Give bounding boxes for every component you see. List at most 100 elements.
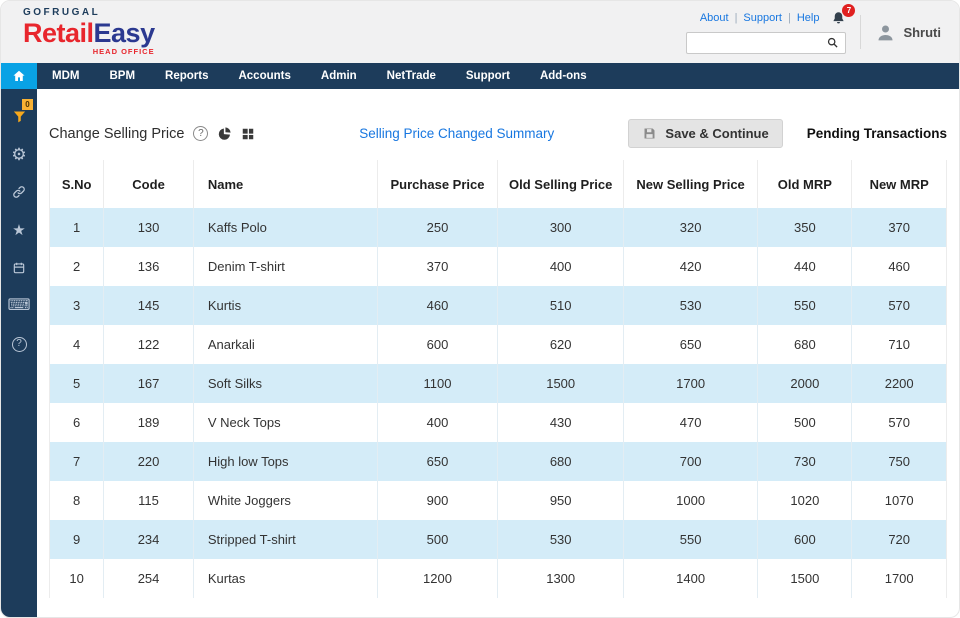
nav-item-reports[interactable]: Reports <box>150 63 223 89</box>
table-cell: 550 <box>623 520 759 559</box>
table-cell: Anarkali <box>193 325 378 364</box>
table-cell: 430 <box>497 403 624 442</box>
table-cell: 500 <box>757 403 853 442</box>
table-cell: 320 <box>623 208 759 247</box>
home-button[interactable] <box>1 63 37 89</box>
search-icon[interactable] <box>826 36 839 49</box>
table-row[interactable]: 10 254 Kurtas 1200 1300 1400 1500 1700 <box>50 559 946 598</box>
header-link-support[interactable]: Support <box>743 12 782 24</box>
column-header-new-mrp: New MRP <box>851 160 946 208</box>
header-link-help[interactable]: Help <box>797 12 820 24</box>
table-cell: 1400 <box>623 559 759 598</box>
title-help-icon[interactable]: ? <box>193 126 209 141</box>
table-cell: 650 <box>623 325 759 364</box>
table-cell: 710 <box>888 337 911 352</box>
table-cell: Denim T-shirt <box>193 247 378 286</box>
table-cell: 145 <box>103 286 194 325</box>
table-row[interactable]: 3 145 Kurtis 460 510 530 550 570 <box>50 286 946 325</box>
table-cell: Kaffs Polo <box>193 208 378 247</box>
table-cell: 136 <box>103 247 194 286</box>
help-icon[interactable]: ? <box>10 335 28 353</box>
filter-icon[interactable]: 0 <box>10 99 33 125</box>
table-cell: 1500 <box>497 364 624 403</box>
column-header-new-selling-price: New Selling Price <box>623 160 759 208</box>
table-cell: 730 <box>757 442 853 481</box>
content-area: 0 ⚙ ★ ⌨ ? Change Selling Price ? Selling… <box>1 89 959 617</box>
table-cell: V Neck Tops <box>193 403 378 442</box>
link-separator: | <box>734 12 738 24</box>
settings-gear-icon[interactable]: ⚙ <box>10 145 28 163</box>
header-right: About | Support | Help 7 Shruti <box>686 3 941 54</box>
nav-item-add-ons[interactable]: Add-ons <box>525 63 602 89</box>
app-window: GOFRUGAL RetailEasy HEAD OFFICE About | Su… <box>0 0 960 618</box>
grid-view-icon[interactable] <box>241 127 255 141</box>
search-input[interactable] <box>693 34 827 51</box>
table-cell: 2200 <box>884 376 914 391</box>
table-cell: Soft Silks <box>193 364 378 403</box>
header-links-row: About | Support | Help 7 <box>700 3 856 26</box>
header-divider <box>860 15 862 49</box>
column-header-old-mrp: Old MRP <box>757 160 853 208</box>
table-cell: 1020 <box>757 481 853 520</box>
save-continue-button[interactable]: Save & Continue <box>628 119 783 148</box>
table-cell: Stripped T-shirt <box>193 520 378 559</box>
table-cell: 122 <box>103 325 194 364</box>
notifications-button[interactable]: 7 <box>831 3 856 26</box>
table-row[interactable]: 8 115 White Joggers 900 950 1000 1020 1070 <box>50 481 946 520</box>
brand-sub-text: HEAD OFFICE <box>92 47 155 57</box>
pending-transactions-tab[interactable]: Pending Transactions <box>807 126 947 141</box>
table-cell: 1300 <box>497 559 624 598</box>
nav-item-nettrade[interactable]: NetTrade <box>372 63 451 89</box>
table-cell: 6 <box>50 403 105 442</box>
table-cell: 130 <box>103 208 194 247</box>
star-icon[interactable]: ★ <box>10 221 28 239</box>
table-cell: 1200 <box>377 559 499 598</box>
nav-item-bpm[interactable]: BPM <box>94 63 150 89</box>
left-sidebar: 0 ⚙ ★ ⌨ ? <box>1 89 37 617</box>
table-cell: 530 <box>497 520 624 559</box>
nav-item-mdm[interactable]: MDM <box>37 63 94 89</box>
table-cell: 600 <box>757 520 853 559</box>
nav-item-admin[interactable]: Admin <box>306 63 372 89</box>
table-row[interactable]: 4 122 Anarkali 600 620 650 680 710 <box>50 325 946 364</box>
table-cell: 900 <box>377 481 499 520</box>
table-cell: 1070 <box>884 493 914 508</box>
price-table-wrap: S.No Code Name Purchase Price Old Selling Pr… <box>49 160 947 598</box>
pie-chart-icon[interactable] <box>217 126 232 141</box>
filter-badge: 0 <box>22 99 33 110</box>
table-row[interactable]: 1 130 Kaffs Polo 250 300 320 350 370 <box>50 208 946 247</box>
column-header-old-selling-price: Old Selling Price <box>497 160 624 208</box>
header-links: About | Support | Help <box>700 12 820 24</box>
table-cell: 650 <box>377 442 499 481</box>
table-cell: 7 <box>50 442 105 481</box>
brand-blue-text: Easy <box>93 18 156 49</box>
summary-link[interactable]: Selling Price Changed Summary <box>359 126 554 141</box>
header-link-about[interactable]: About <box>700 12 729 24</box>
save-icon <box>642 126 657 141</box>
table-row[interactable]: 2 136 Denim T-shirt 370 400 420 440 460 <box>50 247 946 286</box>
link-icon[interactable] <box>10 183 28 201</box>
table-cell: 234 <box>103 520 194 559</box>
nav-item-accounts[interactable]: Accounts <box>223 63 305 89</box>
brand-red-text: Retail <box>23 18 94 49</box>
brand-logo: GOFRUGAL RetailEasy HEAD OFFICE <box>23 8 155 56</box>
table-cell: White Joggers <box>193 481 378 520</box>
table-cell: 570 <box>888 415 911 430</box>
table-row[interactable]: 9 234 Stripped T-shirt 500 530 550 600 720 <box>50 520 946 559</box>
table-row[interactable]: 7 220 High low Tops 650 680 700 730 750 <box>50 442 946 481</box>
keyboard-icon[interactable]: ⌨ <box>7 297 30 315</box>
table-row[interactable]: 5 167 Soft Silks 1100 1500 1700 2000 2200 <box>50 364 946 403</box>
table-body: 1 130 Kaffs Polo 250 300 320 350 370 2 136 Denim T… <box>50 208 946 598</box>
table-cell: 254 <box>103 559 194 598</box>
table-cell: 350 <box>757 208 853 247</box>
calendar-icon[interactable] <box>10 259 28 277</box>
nav-item-support[interactable]: Support <box>451 63 525 89</box>
user-menu[interactable]: Shruti <box>875 22 941 43</box>
table-cell: 720 <box>888 532 911 547</box>
search-box[interactable] <box>686 31 847 54</box>
table-cell: 370 <box>377 247 499 286</box>
table-row[interactable]: 6 189 V Neck Tops 400 430 470 500 570 <box>50 403 946 442</box>
table-cell: 1000 <box>623 481 759 520</box>
table-header-row: S.No Code Name Purchase Price Old Selling Pr… <box>50 160 946 208</box>
notification-badge: 7 <box>842 3 856 17</box>
